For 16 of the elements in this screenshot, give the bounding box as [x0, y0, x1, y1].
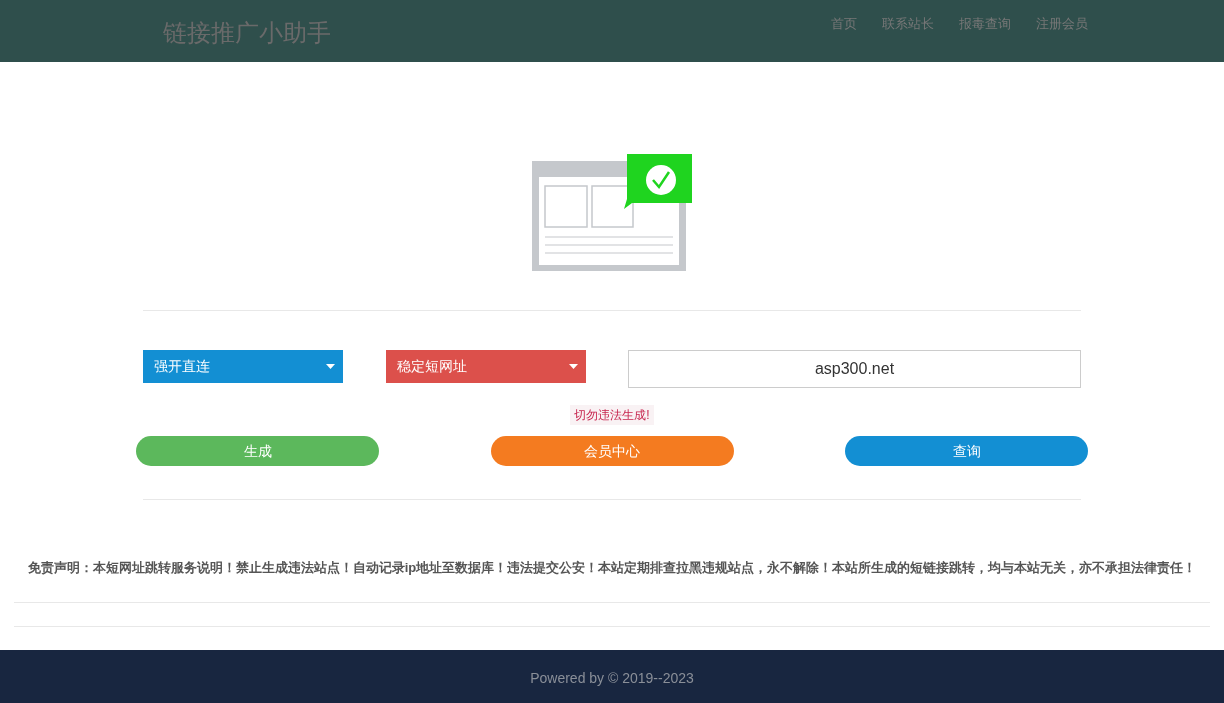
nav-link[interactable]: 注册会员: [1036, 14, 1088, 34]
site-title[interactable]: 链接推广小助手: [163, 15, 331, 51]
caret-icon: [569, 364, 578, 369]
url-input-field[interactable]: asp300.net: [628, 350, 1081, 388]
nav-link[interactable]: 联系站长: [882, 14, 934, 34]
warning-text: 切勿违法生成!: [570, 405, 654, 425]
caret-icon: [326, 364, 335, 369]
dropdown-select[interactable]: 稳定短网址: [386, 350, 586, 383]
action-button[interactable]: 查询: [845, 436, 1088, 466]
copyright-text: Powered by © 2019--2023: [530, 668, 694, 688]
action-button[interactable]: 会员中心: [490, 436, 734, 466]
disclaimer-text: 免责声明：本短网址跳转服务说明！禁止生成违法站点！自动记录ip地址至数据库！违法提交公安！本站定期排查拉黑违规站点，永不解除！本站所生成的短链接跳转，均与本站无关，亦不承担法律责任！: [27, 559, 1197, 577]
nav-link[interactable]: 报毒查询: [959, 14, 1011, 34]
action-button[interactable]: 生成: [136, 436, 379, 466]
dropdown-select[interactable]: 强开直连: [143, 350, 343, 383]
nav-link[interactable]: 首页: [831, 14, 857, 34]
